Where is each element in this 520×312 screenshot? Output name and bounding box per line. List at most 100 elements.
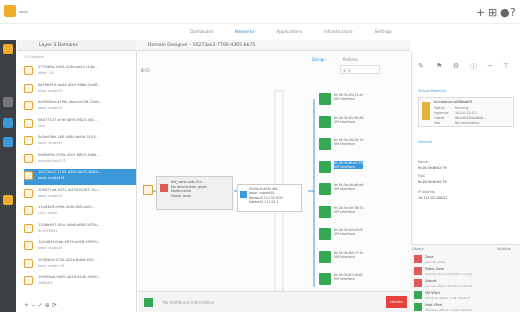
nav-applications[interactable]: Applications: [276, 29, 302, 34]
network-icon[interactable]: [3, 97, 13, 107]
list-item[interactable]: 10355b0-572b-422a-8d8d-692... basic: enod…: [24, 257, 136, 273]
list-item[interactable]: 1d2c8f5f-f0bb-4ff79-ad58-90995... basic: …: [24, 239, 136, 255]
vport-type: VM Interface: [334, 209, 355, 214]
vport-node-icon[interactable]: [319, 115, 331, 128]
nav-dashboard[interactable]: Dashboard: [190, 29, 213, 34]
vport-node-icon[interactable]: [319, 228, 331, 240]
list-item[interactable]: 10b477ad-e471-4cf76-b24f7-7cc... basic: e…: [24, 187, 136, 203]
list-item[interactable]: 0d5a098e-165-4060-ab0d-3103... basic: eno…: [24, 134, 136, 150]
layer3-icon[interactable]: [3, 44, 13, 54]
vport-mac: fe:16:3e:5e:76:54: [334, 205, 364, 210]
info-icon[interactable]: ⓘ: [470, 62, 477, 72]
left-panel-header: Layer 3 Domains: [17, 40, 137, 51]
library-item-title[interactable]: Host VPort: [425, 303, 442, 307]
vport-type: VM Interface: [334, 97, 355, 101]
list-item[interactable]: 2772d8a-2a93-413b-aa41-f14b... other: 1/4: [24, 64, 136, 80]
vport-label[interactable]: fe:16:3e:40:2e:7e VM Interface: [334, 138, 364, 146]
list-item[interactable]: 0a5906ca-a7f90-4bed-b538-22e6... basic: e…: [24, 99, 136, 115]
vport-label[interactable]: fe:16:3e:95:31:af VM Interface: [334, 93, 363, 101]
nav-infrastructure[interactable]: Infrastructure: [324, 29, 353, 34]
nav-networks[interactable]: Networks: [235, 29, 255, 34]
vm-name: m-instance-o038ea623: [434, 100, 473, 104]
list-item[interactable]: 11dd3eff-a99e-4c5b-f68-ca02... cmcl: rout…: [24, 204, 136, 220]
vport-type: VM Interface: [334, 232, 355, 236]
library-item-icon: [414, 267, 422, 275]
connectors: [150, 90, 315, 291]
library-item-title[interactable]: Subnet: [425, 279, 437, 283]
library-item-title[interactable]: VM VPort: [425, 291, 440, 295]
settings-icon[interactable]: ⚙: [453, 62, 459, 70]
app-logo-icon[interactable]: [4, 5, 16, 17]
vport-type: VM Interface: [334, 164, 355, 169]
item-type: basic: enode75: [38, 88, 63, 93]
edit-icon[interactable]: ✎: [418, 62, 424, 70]
bookmark-icon[interactable]: ⚑: [436, 62, 442, 70]
designer-title: Domain Designer - 10273ac2-7700-4365-bb7…: [148, 43, 256, 48]
list-footer-actions[interactable]: + − ✓ ⊕ ⟳: [24, 302, 57, 309]
host-icon[interactable]: [3, 137, 13, 147]
user-icon[interactable]: ●: [500, 6, 510, 19]
vport-label[interactable]: fe:16:3e:5e:76:54 VM Interface: [334, 206, 364, 214]
item-type: basic: enode116: [38, 263, 65, 268]
item-id: 2772d8a-2a93-413b-aa41-f14b...: [38, 65, 98, 69]
list-item[interactable]: 0b69d9fc-979a-45c5-8855-346a... eenodth/t…: [24, 152, 136, 168]
vport-node-icon[interactable]: [319, 160, 331, 173]
item-id: 0b69d9fc-979a-45c5-8855-346a...: [38, 152, 100, 157]
library-item-title[interactable]: Public Zone: [425, 267, 444, 271]
subnet-node[interactable]: 0545e1f-a53c-4fe... basic: subnet14 Netw…: [237, 184, 302, 212]
list-item[interactable]: 0a19b919-da44-4fa4-968e-0caf6... basic: e…: [24, 82, 136, 98]
plus-icon[interactable]: +: [476, 6, 485, 19]
zone-node[interactable]: def_zone-sub-01c... No description given…: [156, 176, 233, 210]
subnet-gateway: Gatew10.111.52.1: [249, 200, 279, 205]
zone-name: def_zone-sub-01c...: [171, 180, 206, 184]
multiline-toggle[interactable]: Multiline: [497, 247, 511, 251]
help-icon[interactable]: ?: [510, 6, 516, 19]
item-type: basic: enode15: [38, 106, 63, 110]
domain-icon[interactable]: [3, 195, 13, 205]
domain-icon: [24, 118, 33, 128]
vport-node-icon[interactable]: [319, 93, 331, 105]
hypervisor-label: Hypervis: [434, 111, 449, 115]
pin-icon[interactable]: ⊤: [503, 62, 509, 70]
vm-icon: [422, 102, 430, 120]
vport-node-icon[interactable]: [319, 250, 331, 263]
vport-label[interactable]: fe:16:3e:4e:a8:e6 VM Interface: [334, 183, 363, 191]
library-item-title[interactable]: Zone: [425, 255, 433, 259]
list-item[interactable]: 1326b697-0f1c-44d8-df89-047fb... ROUTER00…: [24, 222, 136, 238]
item-id: 08d77427-e7af-4895-9823-581...: [38, 117, 98, 122]
vport-node-icon[interactable]: [319, 205, 331, 218]
left-panel-title: Layer 3 Domains: [39, 43, 78, 48]
vport-node-icon[interactable]: [319, 138, 331, 150]
library-item-icon: [414, 255, 422, 263]
vport-node-icon[interactable]: [319, 273, 331, 285]
vport-node-icon[interactable]: [319, 183, 331, 195]
vport-label[interactable]: fe:16:3e:05:30:84 VM Interface: [334, 116, 364, 124]
ip-value: 10.111.52.100/22: [418, 196, 448, 200]
list-item[interactable]: 19e5f4ab-9b50-4a5d-8140-93d0... 2e60r/h0: [24, 274, 136, 290]
name-label: Name: [418, 160, 428, 164]
site-label: Site: [434, 121, 441, 125]
vport-label[interactable]: fe:16:3e:b4:a9:f6 VM Interface: [334, 228, 363, 236]
minus-icon[interactable]: −: [487, 62, 493, 70]
vm-card[interactable]: m-instance-o038ea623 Status Running Hype…: [418, 97, 514, 127]
vport-label[interactable]: fe:16:3e:6f:d2:79 VM Interface: [334, 160, 363, 169]
item-id: 1326b697-0f1c-44d8-df89-047fb...: [38, 222, 101, 227]
domain-icon: [24, 136, 33, 145]
item-type: ROUTER001: [38, 228, 58, 233]
zone-hosts: Hosts: auto: [171, 193, 191, 198]
site-value: No information: [455, 121, 480, 125]
vport-label[interactable]: fe:16:3e:61:c8:62 VM Interface: [334, 273, 363, 281]
item-type: basic: enode24: [38, 246, 63, 250]
grid-icon[interactable]: ⊞: [488, 6, 497, 19]
object-count: 170 objects: [24, 55, 44, 59]
item-type: other: 1/4: [38, 71, 54, 75]
nav-settings[interactable]: Settings: [375, 29, 392, 34]
domain-icon: [24, 276, 33, 285]
vport-icon[interactable]: [3, 118, 13, 128]
delete-button[interactable]: Delete: [386, 296, 407, 308]
list-item[interactable]: 10273ac2-7705-4365-bb75-6485... basic: en…: [24, 169, 136, 185]
vport-label[interactable]: fe:16:3e:80:27:5c VM Interface: [334, 251, 363, 259]
domain-icon: [24, 101, 33, 110]
domain-node-icon[interactable]: [143, 185, 153, 195]
list-item[interactable]: 08d77427-e7af-4895-9823-581... kern: [24, 117, 136, 133]
